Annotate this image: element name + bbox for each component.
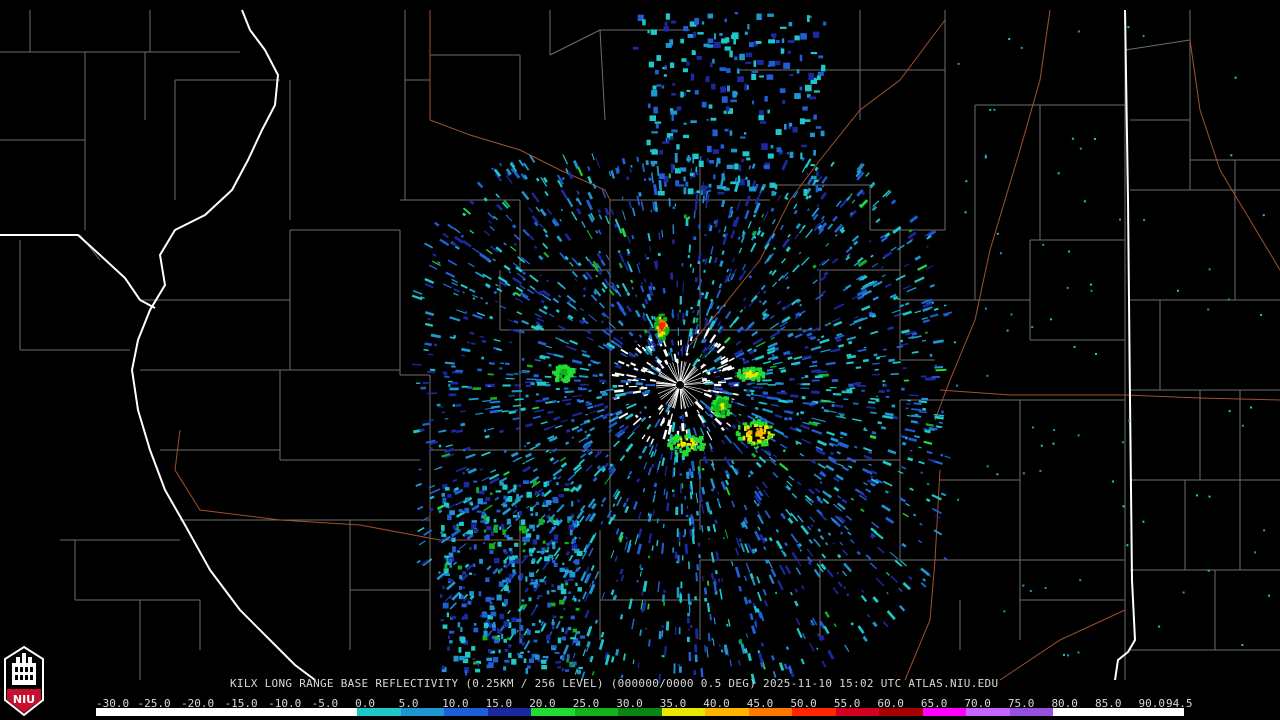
niu-logo-icon: NIU [4, 645, 44, 717]
colorbar-segment [357, 708, 401, 716]
colorbar-segment [313, 708, 358, 716]
colorbar-segment [270, 708, 314, 716]
colorbar-segment [96, 708, 140, 716]
colorbar-segment [183, 708, 227, 716]
colorbar-segment [966, 708, 1010, 716]
colorbar-segment [792, 708, 836, 716]
colorbar-segment [487, 708, 532, 716]
reflectivity-colorbar [96, 708, 1184, 716]
colorbar-segment [705, 708, 749, 716]
colorbar-segment [444, 708, 488, 716]
colorbar-segment [1009, 708, 1054, 716]
colorbar-segment [748, 708, 793, 716]
colorbar-segment [835, 708, 880, 716]
colorbar-segment [1096, 708, 1141, 716]
colorbar-segment [922, 708, 967, 716]
colorbar-segment [879, 708, 923, 716]
colorbar-segment [531, 708, 575, 716]
colorbar-segment [661, 708, 706, 716]
colorbar-segment [574, 708, 619, 716]
product-caption: KILX LONG RANGE BASE REFLECTIVITY (0.25K… [230, 677, 999, 690]
colorbar-segment [226, 708, 271, 716]
colorbar-segment [400, 708, 445, 716]
colorbar-segment [139, 708, 184, 716]
colorbar-segment [1140, 708, 1184, 716]
niu-logo-text: NIU [13, 693, 35, 706]
colorbar-segment [618, 708, 662, 716]
colorbar-segment [1053, 708, 1097, 716]
radar-map [0, 0, 1280, 720]
